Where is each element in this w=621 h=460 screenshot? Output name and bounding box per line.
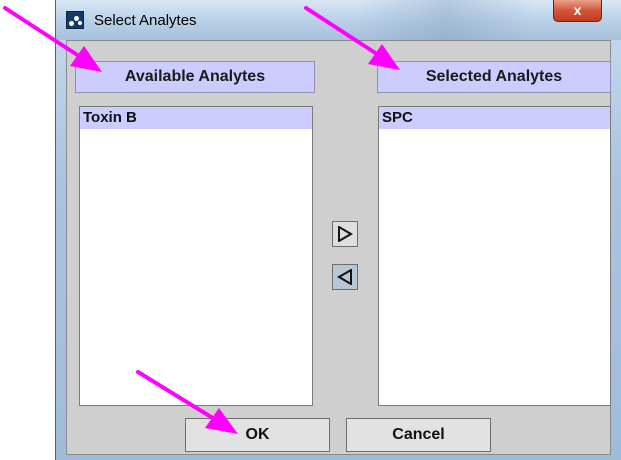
remove-analyte-button[interactable] <box>332 264 358 290</box>
ok-button-label: OK <box>245 426 270 443</box>
close-button[interactable]: x <box>553 0 602 22</box>
available-analytes-header[interactable]: Available Analytes <box>75 61 315 93</box>
available-analytes-list[interactable]: Toxin B <box>79 106 313 406</box>
app-icon <box>66 11 84 29</box>
list-item[interactable]: Toxin B <box>80 107 312 129</box>
cancel-button[interactable]: Cancel <box>346 418 491 452</box>
title-bar[interactable]: Select Analytes x <box>56 0 621 40</box>
window-title: Select Analytes <box>94 12 197 29</box>
dialog-content: Available Analytes Selected Analytes Tox… <box>66 40 611 455</box>
title-bar-shine <box>356 0 536 40</box>
arrow-right-icon <box>338 226 353 242</box>
add-analyte-button[interactable] <box>332 221 358 247</box>
cancel-button-label: Cancel <box>392 426 445 443</box>
dialog-window: Select Analytes x Available Analytes Sel… <box>55 0 621 460</box>
available-analytes-header-label: Available Analytes <box>124 68 266 85</box>
selected-analytes-header[interactable]: Selected Analytes <box>377 61 611 93</box>
close-icon: x <box>573 2 582 18</box>
list-item[interactable]: SPC <box>379 107 610 129</box>
selected-analytes-header-label: Selected Analytes <box>425 68 563 85</box>
arrow-left-icon <box>337 269 352 285</box>
selected-analytes-list[interactable]: SPC <box>378 106 611 406</box>
ok-button[interactable]: OK <box>185 418 330 452</box>
